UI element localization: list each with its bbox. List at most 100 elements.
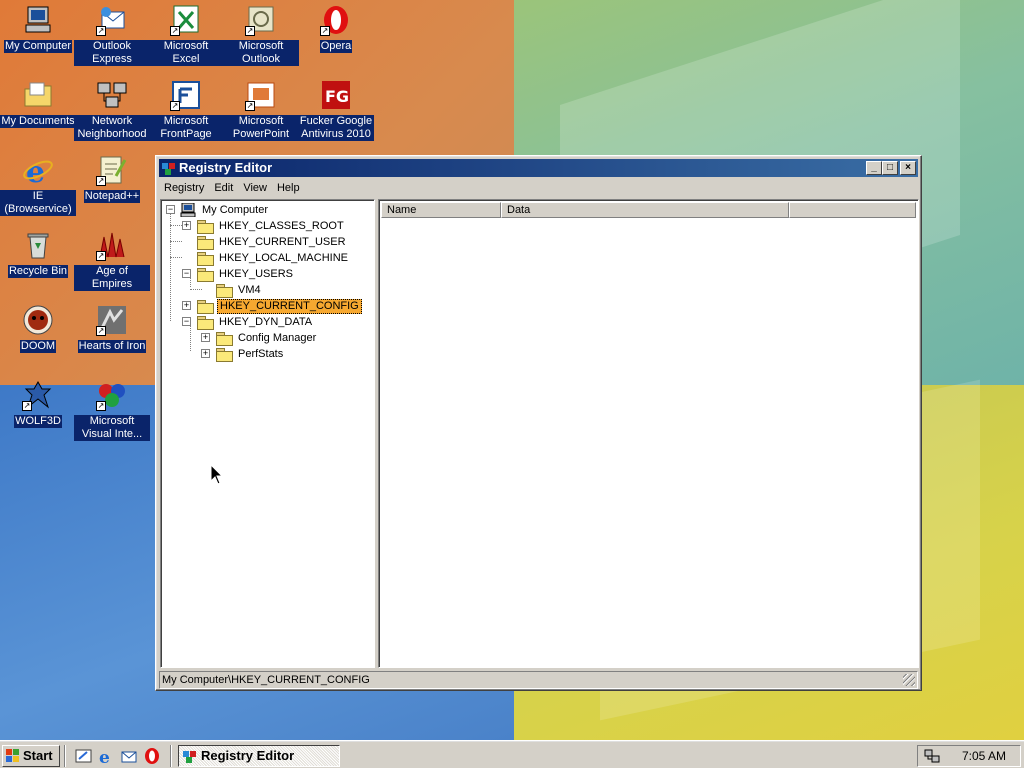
clock[interactable]: 7:05 AM xyxy=(962,746,1006,766)
desktop-icon-label: Microsoft Visual Inte... xyxy=(74,415,150,441)
desktop-icon-my-documents[interactable]: My Documents xyxy=(0,79,76,128)
registry-editor-window[interactable]: Registry Editor _ □ × Registry Edit View… xyxy=(155,155,922,691)
desktop-icon-label: Fucker Google Antivirus 2010 xyxy=(298,115,374,141)
desktop-icon-visual-interdev[interactable]: ↗ Microsoft Visual Inte... xyxy=(74,379,150,441)
column-header-filler xyxy=(789,202,916,218)
opera-icon[interactable] xyxy=(143,747,161,765)
expand-toggle-icon[interactable]: + xyxy=(182,301,191,310)
desktop-icon-network-neighborhood[interactable]: Network Neighborhood xyxy=(74,79,150,141)
desktop-icon-my-computer[interactable]: My Computer xyxy=(0,4,76,53)
resize-grip-icon[interactable] xyxy=(903,674,915,686)
expand-toggle-icon[interactable]: + xyxy=(201,333,210,342)
collapse-toggle-icon[interactable]: − xyxy=(166,205,175,214)
taskbar-button-label: Registry Editor xyxy=(201,748,295,763)
desktop-icon-antivirus[interactable]: FG Fucker Google Antivirus 2010 xyxy=(298,79,374,141)
opera-icon: ↗ xyxy=(320,4,352,36)
svg-text:e: e xyxy=(26,155,45,186)
desktop-icon-label: My Computer xyxy=(3,40,73,53)
shortcut-arrow-icon: ↗ xyxy=(96,326,106,336)
desktop-icon-label: DOOM xyxy=(19,340,57,353)
desktop-icon-microsoft-powerpoint[interactable]: ↗ Microsoft PowerPoint xyxy=(223,79,299,141)
desktop-icon-hearts-of-iron[interactable]: ↗ Hearts of Iron xyxy=(74,304,150,353)
tree-node-hkey-current-user[interactable]: HKEY_CURRENT_USER xyxy=(183,234,348,250)
desktop-icon-label: Opera xyxy=(319,40,353,53)
collapse-toggle-icon[interactable]: − xyxy=(182,269,191,278)
menu-registry[interactable]: Registry xyxy=(159,182,209,194)
desktop-icon-label: Notepad++ xyxy=(83,190,141,203)
title-bar[interactable]: Registry Editor _ □ × xyxy=(159,159,918,177)
desktop-icon-label: Recycle Bin xyxy=(7,265,69,278)
tree-node-hkey-local-machine[interactable]: HKEY_LOCAL_MACHINE xyxy=(183,250,350,266)
desktop-icon-age-of-empires[interactable]: ↗ Age of Empires xyxy=(74,229,150,291)
tree-node-label: HKEY_USERS xyxy=(219,267,293,280)
visual-interdev-icon: ↗ xyxy=(96,379,128,411)
tree-node-perfstats[interactable]: + PerfStats xyxy=(201,346,285,362)
minimize-button[interactable]: _ xyxy=(866,161,882,175)
column-header-name[interactable]: Name xyxy=(381,202,501,218)
tree-node-label: HKEY_LOCAL_MACHINE xyxy=(219,251,348,264)
doom-icon xyxy=(22,304,54,336)
wolf3d-icon: ↗ xyxy=(22,379,54,411)
tree-node-hkey-users[interactable]: − HKEY_USERS xyxy=(182,266,295,282)
registry-tree[interactable]: − My Computer + HKEY_CLASSES_ROOT HKEY_C… xyxy=(160,199,375,668)
folder-icon xyxy=(216,283,233,298)
desktop-icon-outlook-express[interactable]: ↗ Outlook Express xyxy=(74,4,150,66)
tree-node-config-manager[interactable]: + Config Manager xyxy=(201,330,318,346)
maximize-button[interactable]: □ xyxy=(882,161,898,175)
tree-node-hkey-dyn-data[interactable]: − HKEY_DYN_DATA xyxy=(182,314,314,330)
excel-icon: ↗ xyxy=(170,4,202,36)
desktop-icon-label: Microsoft FrontPage xyxy=(148,115,224,141)
shortcut-arrow-icon: ↗ xyxy=(170,26,180,36)
outlook-express-icon[interactable] xyxy=(120,747,138,765)
age-of-empires-icon: ↗ xyxy=(96,229,128,261)
desktop-icon-microsoft-excel[interactable]: ↗ Microsoft Excel xyxy=(148,4,224,66)
desktop-icon-label: My Documents xyxy=(0,115,76,128)
desktop-icon-notepad-plus-plus[interactable]: ↗ Notepad++ xyxy=(74,154,150,203)
tree-node-label: HKEY_DYN_DATA xyxy=(219,315,313,328)
svg-text:FG: FG xyxy=(325,87,349,106)
registry-editor-icon xyxy=(183,749,197,763)
menu-help[interactable]: Help xyxy=(272,182,305,194)
desktop-icon-microsoft-frontpage[interactable]: ↗ Microsoft FrontPage xyxy=(148,79,224,141)
close-button[interactable]: × xyxy=(900,161,916,175)
network-status-icon[interactable] xyxy=(924,748,940,764)
tree-node-vm4[interactable]: VM4 xyxy=(202,282,263,298)
shortcut-arrow-icon: ↗ xyxy=(96,401,106,411)
tree-connector xyxy=(170,241,182,242)
mouse-pointer-icon xyxy=(210,463,224,486)
expand-toggle-icon[interactable]: + xyxy=(182,221,191,230)
desktop-icon-label: WOLF3D xyxy=(14,415,62,428)
values-list[interactable]: Name Data xyxy=(378,199,919,668)
menu-edit[interactable]: Edit xyxy=(209,182,238,194)
tree-node-root[interactable]: − My Computer xyxy=(164,202,270,218)
tree-connector xyxy=(170,213,171,321)
folder-icon xyxy=(197,251,214,266)
desktop-icon-doom[interactable]: DOOM xyxy=(0,304,76,353)
folder-icon xyxy=(197,267,214,282)
shortcut-arrow-icon: ↗ xyxy=(170,101,180,111)
menu-bar: Registry Edit View Help xyxy=(159,179,918,197)
start-label: Start xyxy=(23,748,53,763)
tree-node-label: VM4 xyxy=(238,283,261,296)
window-title: Registry Editor xyxy=(179,160,273,175)
powerpoint-icon: ↗ xyxy=(245,79,277,111)
desktop-icon-microsoft-outlook[interactable]: ↗ Microsoft Outlook xyxy=(223,4,299,66)
internet-explorer-icon[interactable]: e xyxy=(97,747,115,768)
expand-toggle-icon[interactable]: + xyxy=(201,349,210,358)
start-button[interactable]: Start xyxy=(2,745,60,767)
show-desktop-icon[interactable] xyxy=(75,747,93,765)
desktop-icon-recycle-bin[interactable]: Recycle Bin xyxy=(0,229,76,278)
desktop-icon-opera[interactable]: ↗ Opera xyxy=(298,4,374,53)
column-header-data[interactable]: Data xyxy=(501,202,789,218)
desktop-icon-wolf3d[interactable]: ↗ WOLF3D xyxy=(0,379,76,428)
tree-node-hkey-classes-root[interactable]: + HKEY_CLASSES_ROOT xyxy=(182,218,346,234)
network-neighborhood-icon xyxy=(96,79,128,111)
frontpage-icon: ↗ xyxy=(170,79,202,111)
menu-view[interactable]: View xyxy=(238,182,272,194)
desktop-icon-ie-browservice[interactable]: e IE (Browservice) xyxy=(0,154,76,216)
taskbar-button-registry-editor[interactable]: Registry Editor xyxy=(178,745,340,767)
collapse-toggle-icon[interactable]: − xyxy=(182,317,191,326)
tree-node-hkey-current-config[interactable]: + HKEY_CURRENT_CONFIG xyxy=(182,298,362,314)
taskbar-separator xyxy=(170,745,172,767)
outlook-icon: ↗ xyxy=(245,4,277,36)
